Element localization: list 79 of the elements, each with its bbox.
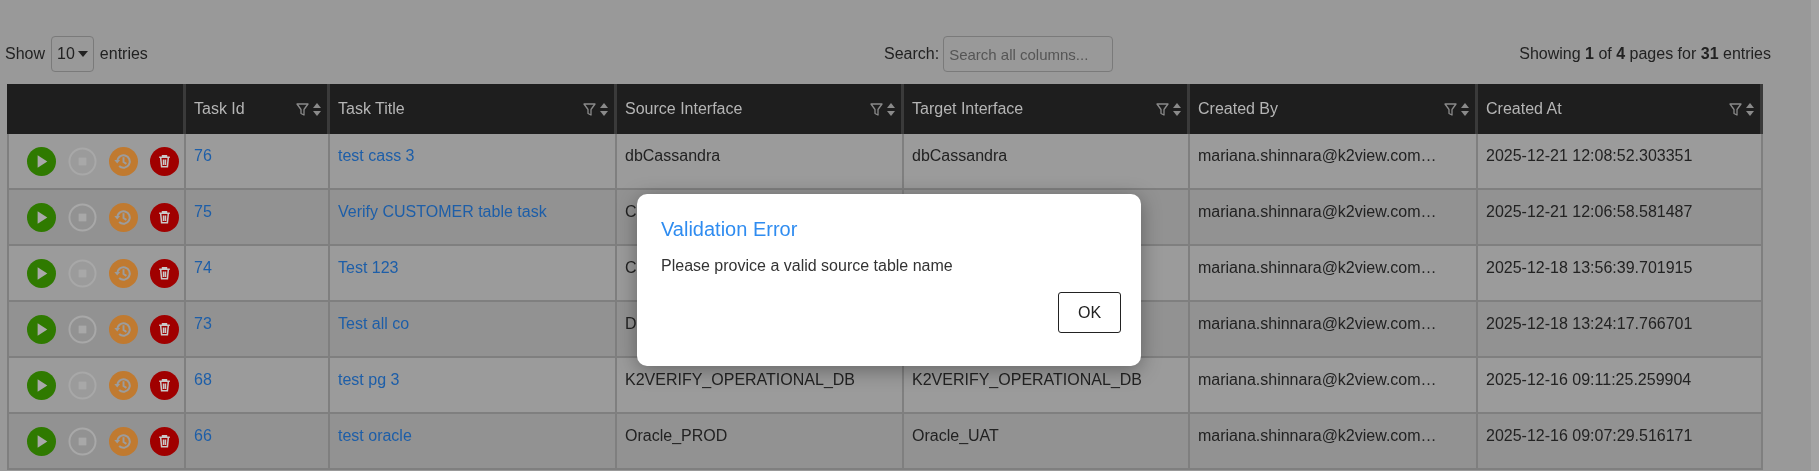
table-cell: K2VERIFY_OPERATIONAL_DB — [912, 371, 1142, 388]
sort-icon[interactable] — [1173, 102, 1181, 116]
task-title-link[interactable]: Test 123 — [338, 259, 399, 276]
task-id-link[interactable]: 73 — [194, 315, 212, 332]
history-icon[interactable] — [109, 258, 138, 288]
sort-icon[interactable] — [1461, 102, 1469, 116]
task-title-link[interactable]: test pg 3 — [338, 371, 400, 388]
table-cell: Oracle_PROD — [625, 427, 728, 444]
search-field[interactable]: Search all columns... — [943, 36, 1114, 72]
task-title-link[interactable]: test oracle — [338, 427, 412, 444]
task-title-link[interactable]: Verify CUSTOMER table task — [338, 203, 547, 220]
table-cell: 2025-12-18 13:56:39.701915 — [1486, 259, 1693, 276]
table-cell: mariana.shinnara@k2view.com… — [1198, 259, 1437, 276]
entries-select[interactable]: 10 — [51, 36, 94, 72]
trash-icon[interactable] — [150, 370, 179, 400]
history-icon[interactable] — [109, 370, 138, 400]
sort-icon[interactable] — [1746, 102, 1754, 116]
page-info: Showing 1 of 4 pages for 31 entries — [1519, 44, 1771, 64]
task-id-link[interactable]: 75 — [194, 203, 212, 220]
table-cell: D — [625, 315, 637, 332]
filter-icon[interactable] — [1729, 102, 1742, 116]
table-cell: mariana.shinnara@k2view.com… — [1198, 371, 1437, 388]
task-id-link[interactable]: 76 — [194, 147, 212, 164]
trash-icon[interactable] — [150, 426, 179, 456]
ok-button[interactable]: OK — [1058, 292, 1121, 333]
table-cell: mariana.shinnara@k2view.com… — [1198, 427, 1437, 444]
filter-icon[interactable] — [1444, 102, 1457, 116]
history-icon[interactable] — [109, 202, 138, 232]
column-header[interactable]: Source Interface — [625, 97, 743, 121]
task-id-link[interactable]: 66 — [194, 427, 212, 444]
task-id-link[interactable]: 68 — [194, 371, 212, 388]
table-cell: dbCassandra — [625, 147, 721, 164]
filter-icon[interactable] — [583, 102, 596, 116]
trash-icon[interactable] — [150, 258, 179, 288]
dialog-title: Validation Error — [661, 217, 799, 242]
table-cell: 2025-12-16 09:11:25.259904 — [1486, 371, 1692, 388]
table-cell: mariana.shinnara@k2view.com… — [1198, 315, 1437, 332]
table-cell: C — [625, 259, 637, 276]
table-cell: Oracle_UAT — [912, 427, 999, 444]
column-header[interactable]: Created By — [1198, 97, 1279, 121]
dialog-message: Please provice a valid source table name — [661, 256, 954, 276]
show-label: Show — [5, 44, 46, 64]
trash-icon[interactable] — [150, 314, 179, 344]
filter-icon[interactable] — [870, 102, 883, 116]
column-header[interactable]: Task Title — [338, 97, 405, 121]
table-cell: 2025-12-16 09:07:29.516171 — [1486, 427, 1693, 444]
sort-icon[interactable] — [887, 102, 895, 116]
task-title-link[interactable]: Test all co — [338, 315, 410, 332]
play-icon[interactable] — [27, 426, 56, 456]
task-title-link[interactable]: test cass 3 — [338, 147, 415, 164]
trash-icon[interactable] — [150, 202, 179, 232]
sort-icon[interactable] — [600, 102, 608, 116]
filter-icon[interactable] — [296, 102, 309, 116]
table-cell: 2025-12-21 12:08:52.303351 — [1486, 147, 1693, 164]
table-cell: C — [625, 203, 637, 220]
filter-icon[interactable] — [1156, 102, 1169, 116]
play-icon[interactable] — [27, 202, 56, 232]
table-cell: 2025-12-18 13:24:17.766701 — [1486, 315, 1693, 332]
table-cell: mariana.shinnara@k2view.com… — [1198, 203, 1437, 220]
play-icon[interactable] — [27, 370, 56, 400]
column-header[interactable]: Target Interface — [912, 97, 1024, 121]
task-id-link[interactable]: 74 — [194, 259, 212, 276]
column-header[interactable]: Task Id — [194, 97, 245, 121]
sort-icon[interactable] — [313, 102, 321, 116]
history-icon[interactable] — [109, 146, 138, 176]
table-cell: 2025-12-21 12:06:58.581487 — [1486, 203, 1693, 220]
trash-icon[interactable] — [150, 146, 179, 176]
table-cell: dbCassandra — [912, 147, 1008, 164]
play-icon[interactable] — [27, 314, 56, 344]
column-header[interactable]: Created At — [1486, 97, 1562, 121]
table-cell: mariana.shinnara@k2view.com… — [1198, 147, 1437, 164]
play-icon[interactable] — [27, 146, 56, 176]
history-icon[interactable] — [109, 426, 138, 456]
entries-label: entries — [99, 44, 148, 64]
history-icon[interactable] — [109, 314, 138, 344]
play-icon[interactable] — [27, 258, 56, 288]
table-cell: K2VERIFY_OPERATIONAL_DB — [625, 371, 855, 388]
search-label: Search: — [884, 44, 940, 64]
caret-icon — [77, 51, 88, 57]
